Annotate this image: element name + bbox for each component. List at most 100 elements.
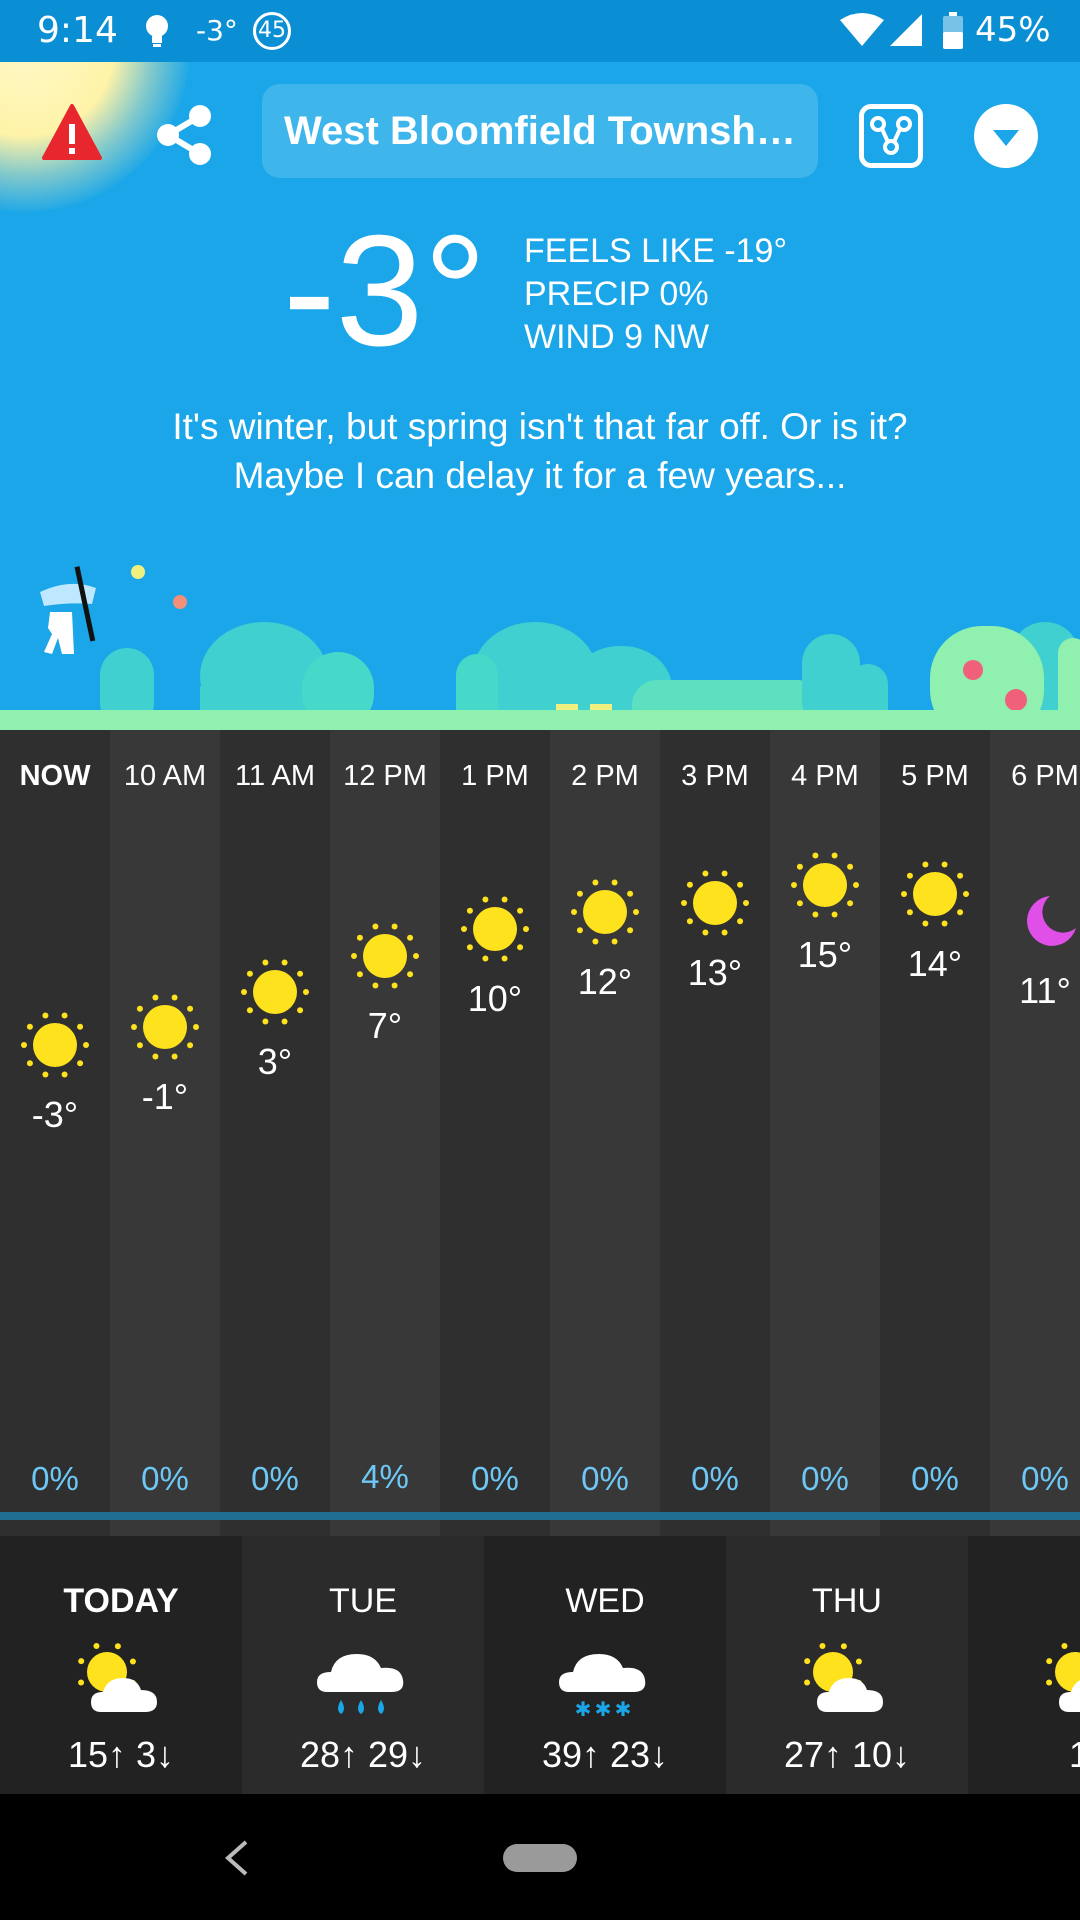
hour-label: 6 PM	[1011, 760, 1079, 792]
status-temp: -3°	[196, 14, 238, 47]
hourly-column: 4 PM 15° 0%	[770, 730, 880, 1536]
hour-precip: 0%	[31, 1460, 79, 1497]
hourly-column: 10 AM -1° 0%	[110, 730, 220, 1536]
sun-icon	[21, 1012, 89, 1078]
partly-cloudy-icon	[1046, 1643, 1080, 1712]
current-temperature: -3°	[283, 203, 487, 379]
hourly-column: 3 PM 13° 0%	[660, 730, 770, 1536]
hour-temperature: -3°	[31, 1094, 79, 1135]
svg-text:✱: ✱	[575, 1697, 592, 1721]
day-temp-range: 27↑ 10↓	[783, 1734, 911, 1775]
warning-icon[interactable]	[42, 102, 102, 162]
hourly-column: 11 AM 3° 0%	[220, 730, 330, 1536]
day-label: WED	[565, 1582, 645, 1620]
hour-temperature: 14°	[907, 942, 963, 984]
svg-text:✱: ✱	[615, 1697, 632, 1721]
hour-label: 3 PM	[681, 760, 749, 792]
day-temp-range: 39↑ 23↓	[541, 1734, 669, 1775]
sun-icon	[461, 896, 529, 962]
hour-label: 4 PM	[791, 760, 859, 792]
hour-temperature: 13°	[687, 951, 743, 993]
hour-precip: 0%	[911, 1460, 959, 1497]
sun-icon	[571, 879, 639, 945]
hour-temperature: 3°	[257, 1040, 293, 1082]
weather-header: West Bloomfield Townshi... -3° FEELS LIK…	[0, 62, 1080, 730]
hour-temperature: 15°	[797, 934, 853, 975]
daily-forecast[interactable]: TODAY 15↑ 3↓ TUE 28↑ 29↓ WED ✱ ✱ ✱ 39↑ 23↓ THU 27↑…	[0, 1536, 1080, 1794]
feels-like: FEELS LIKE -19°	[524, 232, 788, 270]
hour-temperature: 7°	[367, 1005, 403, 1047]
precip-bar	[0, 1512, 1080, 1520]
sun-icon	[131, 994, 199, 1060]
hour-label: 11 AM	[234, 760, 316, 792]
home-button[interactable]	[503, 1844, 577, 1872]
wind: WIND 9 NW	[524, 318, 710, 356]
hour-label: 12 PM	[343, 760, 427, 792]
hourly-column: 6 PM 11° 0%	[990, 730, 1080, 1536]
sun-icon	[351, 923, 419, 989]
battery-icon	[943, 12, 963, 49]
daily-column[interactable]: WED ✱ ✱ ✱ 39↑ 23↓	[484, 1536, 726, 1794]
location-name: West Bloomfield Townshi...	[284, 108, 796, 153]
hour-precip: 0%	[581, 1460, 629, 1497]
hour-label: 1 PM	[461, 760, 529, 792]
snow-cloud-icon: ✱ ✱ ✱	[559, 1654, 646, 1721]
radar-icon	[870, 116, 912, 155]
landscape-illustration	[0, 565, 1080, 730]
moon-icon	[1027, 895, 1076, 946]
current-conditions: FEELS LIKE -19° PRECIP 0% WIND 9 NW	[524, 230, 787, 359]
sun-icon	[791, 852, 859, 918]
hourly-column: 2 PM 12° 0%	[550, 730, 660, 1536]
hour-precip: 0%	[691, 1460, 739, 1497]
hourly-column: NOW -3° 0%	[0, 730, 110, 1536]
status-bar: 9:14 -3° 45 45%	[0, 0, 1080, 62]
hour-precip: 0%	[801, 1460, 849, 1497]
battery-percent: 45%	[975, 10, 1051, 50]
daily-column[interactable]: THU 27↑ 10↓	[726, 1536, 968, 1794]
hour-temperature: 11°	[1019, 969, 1071, 1011]
svg-text:✱: ✱	[595, 1697, 612, 1721]
hour-temperature: 10°	[467, 978, 523, 1020]
day-label: TODAY	[63, 1582, 179, 1620]
hour-temperature: 12°	[577, 960, 633, 1002]
signal-icon	[890, 14, 922, 46]
day-temp-range: 13	[1068, 1734, 1080, 1775]
chevron-down-icon	[993, 130, 1019, 146]
daily-column[interactable]: TUE 28↑ 29↓	[242, 1536, 484, 1794]
sun-icon	[901, 861, 969, 927]
radar-button[interactable]	[859, 104, 923, 168]
menu-button[interactable]	[974, 104, 1038, 168]
daily-column[interactable]: F 13	[968, 1536, 1080, 1794]
lightbulb-icon	[146, 15, 168, 47]
day-label: THU	[812, 1582, 882, 1620]
wifi-icon	[840, 13, 884, 46]
partly-cloudy-icon	[78, 1643, 157, 1712]
notification-badge: 45	[253, 12, 291, 50]
back-icon[interactable]	[216, 1828, 256, 1888]
hourly-column: 1 PM 10° 0%	[440, 730, 550, 1536]
hour-label: 5 PM	[901, 760, 969, 792]
day-label: TUE	[329, 1582, 397, 1620]
hour-label: 10 AM	[123, 760, 207, 792]
partly-cloudy-icon	[804, 1643, 883, 1712]
hour-label: 2 PM	[571, 760, 639, 792]
hour-precip: 0%	[141, 1460, 189, 1497]
day-temp-range: 28↑ 29↓	[299, 1734, 427, 1775]
location-selector[interactable]: West Bloomfield Townshi...	[262, 84, 818, 178]
hourly-column: 5 PM 14° 0%	[880, 730, 990, 1536]
status-time: 9:14	[37, 10, 118, 51]
hour-precip: 4%	[361, 1458, 409, 1495]
precip-chance: PRECIP 0%	[524, 275, 709, 313]
share-icon[interactable]	[152, 102, 218, 168]
daily-column[interactable]: TODAY 15↑ 3↓	[0, 1536, 242, 1794]
hour-precip: 0%	[251, 1460, 299, 1497]
hour-label: NOW	[19, 760, 91, 792]
navigation-bar	[0, 1794, 1080, 1920]
day-label: F	[968, 1582, 1080, 1621]
sun-icon	[241, 959, 309, 1025]
hourly-forecast[interactable]: NOW -3° 0% 10 AM -1° 0% 11 AM 3° 0% 12 PM 7° 4% 1 PM…	[0, 730, 1080, 1536]
weather-commentary: It's winter, but spring isn't that far o…	[172, 406, 908, 496]
day-temp-range: 15↑ 3↓	[67, 1734, 175, 1775]
hour-temperature: -1°	[141, 1076, 189, 1118]
sun-icon	[681, 870, 749, 936]
